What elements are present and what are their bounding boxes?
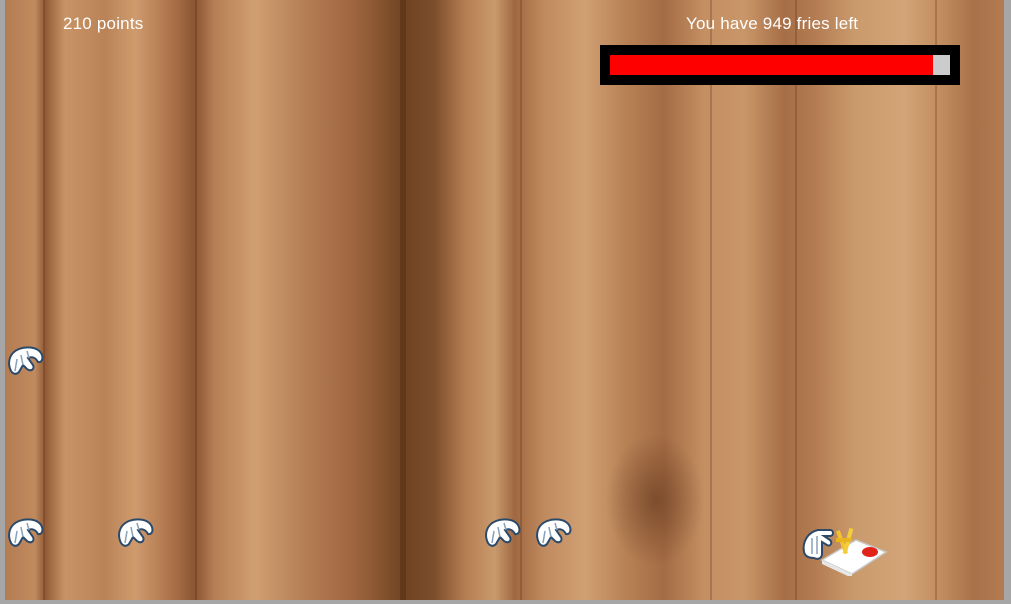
fries-tray-player-icon[interactable] — [800, 516, 890, 576]
wood-grain — [43, 0, 45, 600]
score-label: 210 points — [63, 14, 144, 33]
fries-remaining-label: You have 949 fries left — [686, 14, 859, 33]
wood-grain — [795, 0, 797, 600]
grabbing-hand-icon[interactable] — [482, 513, 522, 549]
grabbing-hand-icon[interactable] — [5, 341, 45, 377]
wood-grain — [935, 0, 937, 600]
wood-grain — [520, 0, 522, 600]
grabbing-hand-icon[interactable] — [115, 513, 155, 549]
wood-grain — [400, 0, 406, 600]
grabbing-hand-icon[interactable] — [533, 513, 573, 549]
wood-grain — [710, 0, 712, 600]
game-frame: 210 points You have 949 fries left — [0, 0, 1011, 604]
fries-bar-fill — [610, 55, 933, 75]
fries-health-bar — [600, 45, 960, 85]
fries-bar-track — [610, 55, 950, 75]
wood-grain — [195, 0, 197, 600]
grabbing-hand-icon[interactable] — [5, 513, 45, 549]
game-canvas[interactable]: 210 points You have 949 fries left — [5, 0, 1004, 600]
